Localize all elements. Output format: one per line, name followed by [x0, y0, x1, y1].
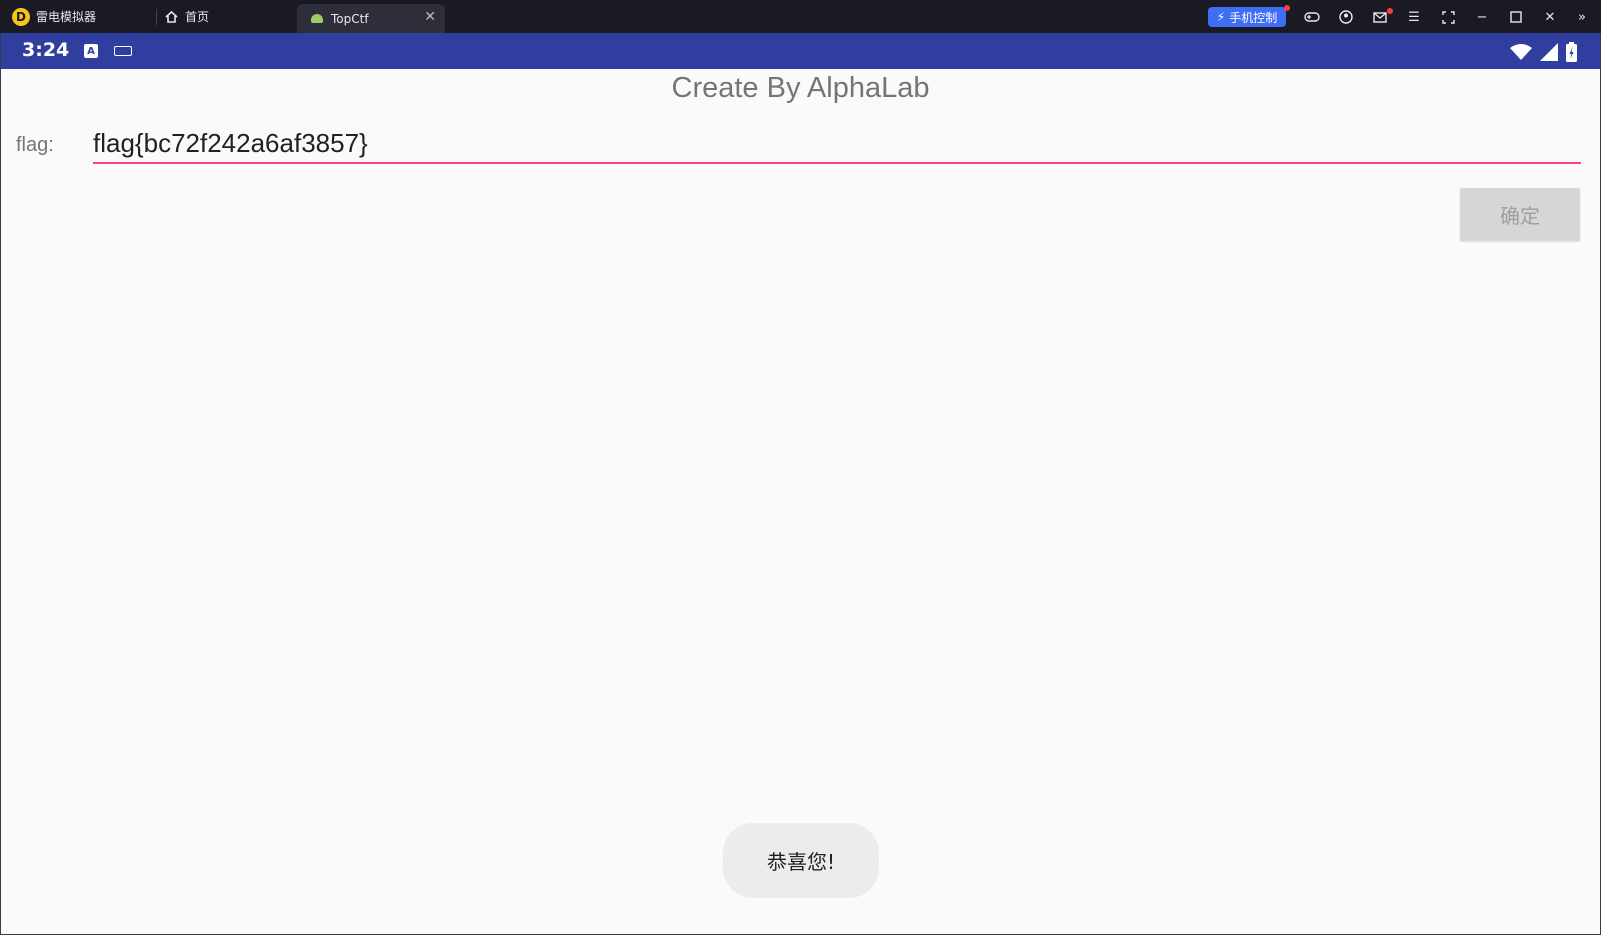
maximize-icon[interactable] — [1506, 7, 1526, 27]
phone-control-button[interactable]: ⚡ 手机控制 — [1208, 7, 1286, 27]
android-status-bar: 3:24 A — [0, 33, 1601, 69]
window-border-left — [0, 33, 1, 935]
home-icon — [165, 10, 178, 23]
tab-divider — [156, 9, 157, 25]
gamepad-icon[interactable] — [1302, 7, 1322, 27]
toast-message: 恭喜您! — [723, 823, 879, 898]
flag-label: flag: — [16, 134, 54, 156]
mail-notification-dot — [1387, 8, 1393, 14]
tab-close-icon[interactable]: ✕ — [424, 9, 436, 25]
tab-topctf[interactable]: TopCtf ✕ — [297, 4, 445, 33]
close-icon[interactable]: ✕ — [1540, 7, 1560, 27]
phone-control-label: 手机控制 — [1229, 10, 1278, 25]
tab-home[interactable]: 首页 — [165, 0, 209, 33]
signal-icon — [1540, 43, 1558, 61]
emulator-app-name: 雷电模拟器 — [36, 10, 97, 24]
flag-input[interactable] — [93, 124, 1581, 164]
confirm-button[interactable]: 确定 — [1460, 188, 1580, 241]
lightning-icon: ⚡ — [1216, 10, 1226, 24]
minimize-icon[interactable]: − — [1472, 7, 1492, 27]
emulator-brand: D 雷电模拟器 — [12, 0, 96, 33]
android-icon — [311, 14, 323, 23]
wifi-icon — [1510, 44, 1532, 60]
user-icon[interactable] — [1336, 7, 1356, 27]
tab-topctf-label: TopCtf — [331, 11, 369, 26]
status-icons — [1510, 42, 1577, 62]
expand-icon[interactable]: » — [1572, 7, 1592, 27]
app-title: Create By AlphaLab — [671, 72, 930, 104]
screenshot-icon[interactable] — [1438, 7, 1458, 27]
input-method-icon: A — [84, 44, 98, 58]
tab-home-label: 首页 — [185, 10, 210, 24]
status-clock: 3:24 — [22, 39, 70, 61]
menu-icon[interactable]: ☰ — [1404, 7, 1424, 27]
battery-icon — [1566, 42, 1577, 62]
keyboard-icon — [114, 46, 132, 56]
notification-dot — [1284, 5, 1290, 11]
ldplayer-logo-icon: D — [12, 7, 30, 26]
emulator-title-bar: D 雷电模拟器 首页 TopCtf ✕ ⚡ 手机控制 ☰ − ✕ » — [0, 0, 1601, 33]
toast-text: 恭喜您! — [766, 850, 836, 874]
